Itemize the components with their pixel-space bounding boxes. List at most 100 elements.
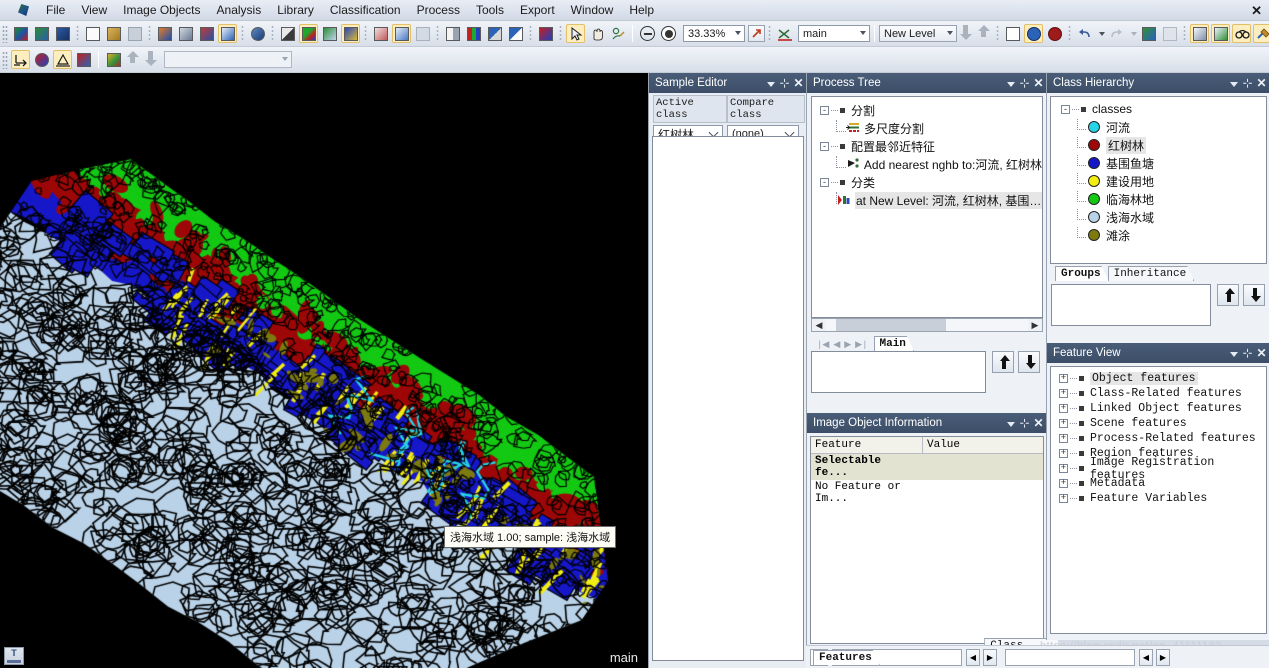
- process-down-button[interactable]: [144, 50, 158, 69]
- three-layer-icon[interactable]: [464, 24, 483, 43]
- redo-dropdown-icon[interactable]: [1128, 24, 1137, 43]
- expander-icon[interactable]: +: [1059, 449, 1068, 458]
- menu-item-analysis[interactable]: Analysis: [209, 1, 270, 19]
- process-list-icon[interactable]: [1190, 24, 1209, 43]
- process-tree-list[interactable]: - 分割 多尺度分割 - 配置最邻近特征 Add nearest nghb to…: [811, 96, 1043, 318]
- menu-item-process[interactable]: Process: [409, 1, 468, 19]
- expander-icon[interactable]: +: [1059, 389, 1068, 398]
- move-up-icon[interactable]: [992, 351, 1014, 373]
- view-select[interactable]: main: [798, 25, 870, 42]
- object-table-icon[interactable]: [176, 24, 195, 43]
- process-tree-hscrollbar[interactable]: ◀ ▶: [811, 318, 1043, 332]
- table-row[interactable]: No Feature or Im...: [811, 480, 1043, 506]
- save-project-icon[interactable]: [53, 24, 72, 43]
- chevron-down-icon[interactable]: [764, 75, 777, 91]
- tab-features[interactable]: Features: [813, 650, 880, 665]
- status-left-arrow-1[interactable]: ◀: [966, 648, 980, 666]
- scroll-left-arrow[interactable]: ◀: [812, 320, 826, 331]
- view-settings-icon[interactable]: [1232, 24, 1251, 43]
- process-tree-listbox[interactable]: [811, 351, 986, 393]
- process-node-segmentation[interactable]: - 分割: [818, 101, 1042, 119]
- copy-layer-icon[interactable]: [536, 24, 555, 43]
- image-object-information-grid[interactable]: Feature Value Selectable fe... No Featur…: [810, 436, 1044, 644]
- tab-inheritance[interactable]: Inheritance: [1108, 266, 1195, 281]
- feature-item-feature-variables[interactable]: + Feature Variables: [1051, 491, 1266, 506]
- expander-icon[interactable]: -: [820, 141, 829, 151]
- image-viewer[interactable]: 浅海水域 1.00; sample: 浅海水域 T main: [0, 73, 648, 668]
- process-node-configure-nn[interactable]: - 配置最邻近特征: [818, 137, 1042, 155]
- expander-icon[interactable]: +: [1059, 374, 1068, 383]
- undo-dropdown-icon[interactable]: [1096, 24, 1105, 43]
- pin-icon[interactable]: ⊹: [1241, 75, 1254, 91]
- close-icon[interactable]: ✕: [1032, 415, 1045, 431]
- prev-page-icon[interactable]: ◀: [831, 340, 842, 350]
- pin-icon[interactable]: ⊹: [1018, 415, 1031, 431]
- layer-view-2-icon[interactable]: [485, 24, 504, 43]
- toolbar-grip[interactable]: [2, 24, 8, 43]
- expander-icon[interactable]: +: [1059, 464, 1068, 473]
- toolbar2-grip[interactable]: [2, 50, 8, 69]
- class-item-tantu[interactable]: 滩涂: [1057, 226, 1266, 244]
- sample-statistics-icon[interactable]: [197, 24, 216, 43]
- menu-item-file[interactable]: File: [38, 1, 73, 19]
- chevron-down-icon[interactable]: [1004, 415, 1017, 431]
- process-node-multiresolution[interactable]: 多尺度分割: [818, 119, 1042, 137]
- copy-icon[interactable]: [1139, 24, 1158, 43]
- rgb-view-icon[interactable]: [299, 24, 318, 43]
- class-item-jianshe-yongdi[interactable]: 建设用地: [1057, 172, 1266, 190]
- sample-brush-icon[interactable]: [74, 50, 93, 69]
- move-up-icon[interactable]: [1217, 284, 1239, 306]
- sample-picker-icon[interactable]: [608, 24, 627, 43]
- last-page-icon[interactable]: ▶|: [853, 340, 869, 350]
- close-icon[interactable]: ✕: [1255, 345, 1268, 361]
- level-up-button[interactable]: [977, 24, 991, 43]
- first-page-icon[interactable]: |◀: [815, 340, 831, 350]
- sample-editor-chart-area[interactable]: [652, 136, 804, 661]
- next-page-icon[interactable]: ▶: [842, 340, 853, 350]
- close-icon[interactable]: ✕: [1255, 75, 1268, 91]
- status-right-arrow-2[interactable]: ▶: [1156, 648, 1170, 666]
- class-item-hongshulin[interactable]: 红树林: [1057, 136, 1266, 154]
- open-workspace-icon[interactable]: [104, 24, 123, 43]
- menu-item-classification[interactable]: Classification: [322, 1, 409, 19]
- lock-icon[interactable]: [1160, 24, 1179, 43]
- feature-item-object-features[interactable]: + Object features: [1051, 371, 1266, 386]
- info-red-icon[interactable]: [1045, 24, 1064, 43]
- save-workspace-icon[interactable]: [125, 24, 144, 43]
- classified-image-canvas[interactable]: [0, 73, 648, 668]
- expander-icon[interactable]: -: [820, 177, 829, 187]
- redo-icon[interactable]: [1107, 24, 1126, 43]
- expander-icon[interactable]: +: [1059, 479, 1068, 488]
- process-up-button[interactable]: [126, 50, 140, 69]
- pin-icon[interactable]: ⊹: [778, 75, 791, 91]
- close-icon[interactable]: ✕: [1032, 75, 1045, 91]
- zoom-to-fit-icon[interactable]: [748, 25, 765, 42]
- scroll-right-arrow[interactable]: ▶: [1028, 320, 1042, 331]
- feature-view-tree[interactable]: + Object features + Class-Related featur…: [1050, 366, 1267, 634]
- zoom-out-icon[interactable]: [640, 26, 655, 41]
- object-info-icon[interactable]: [155, 24, 174, 43]
- undo-icon[interactable]: [1075, 24, 1094, 43]
- zoom-in-icon[interactable]: [661, 26, 676, 41]
- group-listbox[interactable]: [1051, 284, 1211, 326]
- process-filter-combo[interactable]: [164, 51, 292, 68]
- expander-icon[interactable]: +: [1059, 494, 1068, 503]
- expander-icon[interactable]: +: [1059, 419, 1068, 428]
- menu-item-help[interactable]: Help: [621, 1, 662, 19]
- table-row[interactable]: Selectable fe...: [811, 454, 1043, 480]
- hide-classes-icon[interactable]: [775, 24, 794, 43]
- open-project-icon[interactable]: [32, 24, 51, 43]
- globe-view-icon[interactable]: [248, 24, 267, 43]
- menu-item-tools[interactable]: Tools: [468, 1, 512, 19]
- text-tool-icon[interactable]: T: [4, 647, 24, 665]
- feature-item-image-registration-features[interactable]: + Image Registration features: [1051, 456, 1266, 482]
- chevron-down-icon[interactable]: [1004, 75, 1017, 91]
- new-workspace-icon[interactable]: [83, 24, 102, 43]
- feature-item-process-related-features[interactable]: + Process-Related features: [1051, 431, 1266, 446]
- class-hierarchy-tree[interactable]: - classes 河流 红树林 基围鱼塘 建设用地 临海林地 浅海水域 滩涂: [1050, 96, 1267, 264]
- process-node-add-nearest-neighbor[interactable]: Add nearest nghb to:河流, 红树林: [818, 155, 1042, 173]
- info-blue-icon[interactable]: [1024, 24, 1043, 43]
- process-tree-toggle-icon[interactable]: [218, 24, 237, 43]
- sample-tool-icon[interactable]: [53, 50, 72, 69]
- class-item-linhai-lindi[interactable]: 临海林地: [1057, 190, 1266, 208]
